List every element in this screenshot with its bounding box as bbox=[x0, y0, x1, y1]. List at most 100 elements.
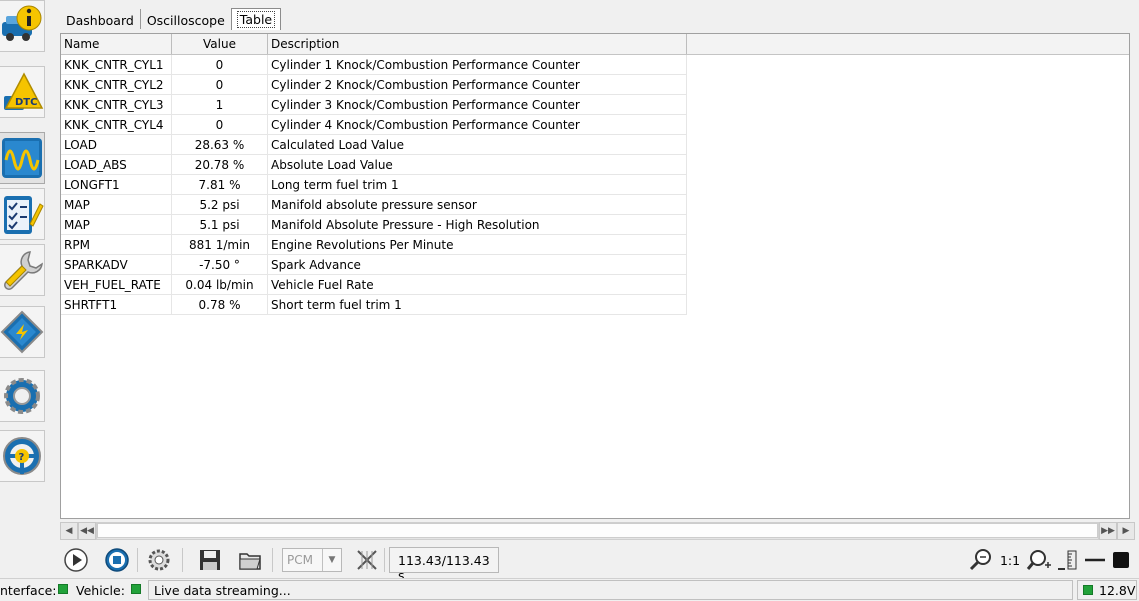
column-header-description[interactable]: Description bbox=[268, 34, 687, 54]
clear-button[interactable] bbox=[352, 545, 382, 575]
save-button[interactable] bbox=[195, 545, 225, 575]
tab-dashboard[interactable]: Dashboard bbox=[60, 9, 141, 29]
zoom-in-button[interactable] bbox=[1024, 545, 1054, 575]
save-icon bbox=[200, 550, 220, 570]
sidebar-item-tools[interactable] bbox=[0, 244, 45, 296]
scrollbar-thumb[interactable] bbox=[97, 523, 1098, 538]
column-header-empty bbox=[687, 34, 1129, 54]
cell-value: 5.1 psi bbox=[172, 215, 268, 235]
cell-name: MAP bbox=[61, 195, 172, 215]
scroll-left-icon[interactable]: ◀ bbox=[60, 522, 78, 540]
column-header-name[interactable]: Name bbox=[61, 34, 172, 54]
cell-value: 28.63 % bbox=[172, 135, 268, 155]
play-icon bbox=[64, 548, 88, 572]
sidebar-item-settings[interactable] bbox=[0, 370, 45, 422]
table-row[interactable]: KNK_CNTR_CYL1 0 Cylinder 1 Knock/Combustio… bbox=[61, 55, 1129, 75]
tab-table-label: Table bbox=[236, 11, 276, 28]
table-row[interactable]: MAP 5.1 psi Manifold Absolute Pressure - H… bbox=[61, 215, 1129, 235]
table-row[interactable]: KNK_CNTR_CYL3 1 Cylinder 3 Knock/Combustio… bbox=[61, 95, 1129, 115]
gear-icon bbox=[148, 549, 170, 571]
cell-name: SHRTFT1 bbox=[61, 295, 172, 315]
cell-name: RPM bbox=[61, 235, 172, 255]
cell-description: Cylinder 2 Knock/Combustion Performance … bbox=[268, 75, 687, 95]
stop-button[interactable] bbox=[102, 545, 132, 575]
settings-button[interactable] bbox=[144, 545, 174, 575]
status-message: Live data streaming... bbox=[154, 583, 291, 598]
data-table-panel: Name Value Description KNK_CNTR_CYL1 0 Cyl… bbox=[60, 33, 1130, 519]
play-button[interactable] bbox=[61, 545, 91, 575]
line-icon bbox=[1085, 558, 1105, 562]
sidebar: DTC ? bbox=[0, 0, 50, 578]
stop-icon bbox=[105, 548, 129, 572]
tab-bar: Dashboard Oscilloscope Table bbox=[60, 8, 282, 33]
cell-name: MAP bbox=[61, 215, 172, 235]
cell-description: Engine Revolutions Per Minute bbox=[268, 235, 687, 255]
cell-value: 0.04 lb/min bbox=[172, 275, 268, 295]
chip-module-icon bbox=[0, 310, 44, 354]
help-steering-icon: ? bbox=[3, 437, 41, 475]
tab-table[interactable]: Table bbox=[230, 8, 282, 30]
chevron-down-icon: ▼ bbox=[322, 549, 341, 571]
table-row[interactable]: SPARKADV -7.50 ° Spark Advance bbox=[61, 255, 1129, 275]
table-row[interactable]: LOAD 28.63 % Calculated Load Value bbox=[61, 135, 1129, 155]
table-row[interactable]: SHRTFT1 0.78 % Short term fuel trim 1 bbox=[61, 295, 1129, 315]
cell-description: Long term fuel trim 1 bbox=[268, 175, 687, 195]
vehicle-info-icon bbox=[2, 5, 42, 41]
table-row[interactable]: MAP 5.2 psi Manifold absolute pressure sen… bbox=[61, 195, 1129, 215]
table-row[interactable]: LOAD_ABS 20.78 % Absolute Load Value bbox=[61, 155, 1129, 175]
cell-name: KNK_CNTR_CYL4 bbox=[61, 115, 172, 135]
sidebar-item-help[interactable]: ? bbox=[0, 430, 45, 482]
disabled-x-icon bbox=[357, 550, 377, 570]
module-select[interactable]: PCM ▼ bbox=[282, 548, 342, 572]
cell-value: -7.50 ° bbox=[172, 255, 268, 275]
sidebar-item-modules[interactable] bbox=[0, 306, 45, 358]
table-row[interactable]: LONGFT1 7.81 % Long term fuel trim 1 bbox=[61, 175, 1129, 195]
color-button[interactable] bbox=[1106, 545, 1136, 575]
cell-value: 0.78 % bbox=[172, 295, 268, 315]
cell-name: VEH_FUEL_RATE bbox=[61, 275, 172, 295]
sidebar-item-vehicle-info[interactable] bbox=[0, 0, 45, 52]
scroll-last-icon[interactable]: ▶▶ bbox=[1099, 522, 1117, 540]
open-folder-button[interactable] bbox=[235, 545, 265, 575]
cell-description: Cylinder 1 Knock/Combustion Performance … bbox=[268, 55, 687, 75]
cell-value: 881 1/min bbox=[172, 235, 268, 255]
cell-name: KNK_CNTR_CYL3 bbox=[61, 95, 172, 115]
table-row[interactable]: RPM 881 1/min Engine Revolutions Per Minut… bbox=[61, 235, 1129, 255]
voltage-box: 12.8V bbox=[1077, 580, 1137, 600]
sidebar-item-oscilloscope[interactable] bbox=[0, 132, 45, 184]
vehicle-status-led bbox=[131, 584, 141, 594]
cell-value: 0 bbox=[172, 75, 268, 95]
color-square-icon bbox=[1113, 552, 1129, 568]
table-row[interactable]: VEH_FUEL_RATE 0.04 lb/min Vehicle Fuel Rat… bbox=[61, 275, 1129, 295]
interface-label: nterface: bbox=[0, 583, 57, 598]
status-message-box: Live data streaming... bbox=[148, 580, 1073, 600]
gear-icon bbox=[4, 378, 40, 414]
table-row[interactable]: KNK_CNTR_CYL2 0 Cylinder 2 Knock/Combustio… bbox=[61, 75, 1129, 95]
vehicle-label: Vehicle: bbox=[76, 583, 125, 598]
scroll-first-icon[interactable]: ◀◀ bbox=[78, 522, 96, 540]
tab-oscilloscope[interactable]: Oscilloscope bbox=[141, 9, 231, 29]
table-row[interactable]: KNK_CNTR_CYL4 0 Cylinder 4 Knock/Combustio… bbox=[61, 115, 1129, 135]
dtc-warning-icon: DTC bbox=[4, 72, 44, 110]
voltage-led bbox=[1083, 585, 1093, 595]
scroll-right-icon[interactable]: ▶ bbox=[1117, 522, 1135, 540]
cell-description: Manifold Absolute Pressure - High Resolu… bbox=[268, 215, 687, 235]
time-readout: 113.43/113.43 s bbox=[389, 547, 499, 583]
cell-value: 0 bbox=[172, 55, 268, 75]
cell-name: SPARKADV bbox=[61, 255, 172, 275]
horizontal-scrollbar[interactable]: ◀ ◀◀ ▶▶ ▶ bbox=[60, 522, 1135, 540]
ruler-button[interactable] bbox=[1052, 545, 1082, 575]
column-header-value[interactable]: Value bbox=[172, 34, 268, 54]
zoom-out-button[interactable] bbox=[966, 545, 996, 575]
zoom-reset-button[interactable]: 1:1 bbox=[995, 545, 1025, 575]
battery-voltage: 12.8V bbox=[1099, 583, 1136, 598]
ruler-icon bbox=[1058, 550, 1077, 570]
cell-description: Calculated Load Value bbox=[268, 135, 687, 155]
table-body: KNK_CNTR_CYL1 0 Cylinder 1 Knock/Combustio… bbox=[61, 55, 1129, 315]
sidebar-item-dtc[interactable]: DTC bbox=[0, 66, 45, 118]
cell-description: Cylinder 3 Knock/Combustion Performance … bbox=[268, 95, 687, 115]
svg-text:DTC: DTC bbox=[15, 97, 37, 108]
cell-description: Cylinder 4 Knock/Combustion Performance … bbox=[268, 115, 687, 135]
zoom-out-icon bbox=[969, 549, 991, 571]
sidebar-item-checklist[interactable] bbox=[0, 188, 45, 240]
